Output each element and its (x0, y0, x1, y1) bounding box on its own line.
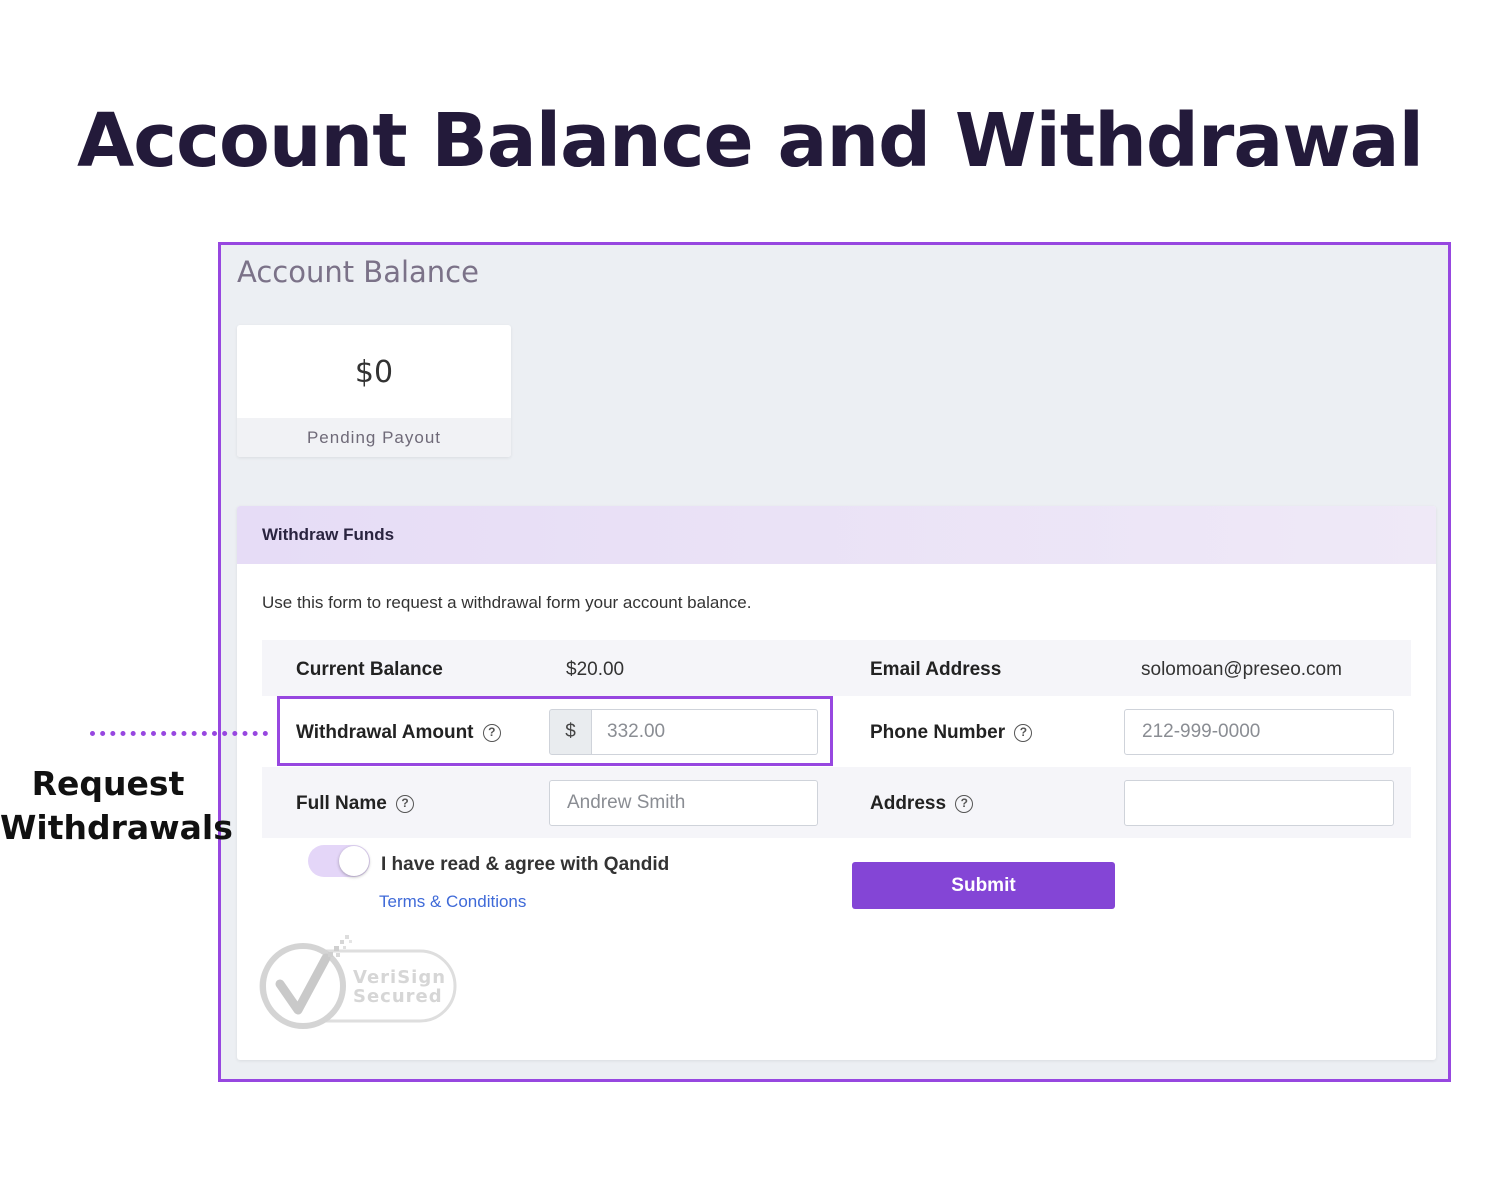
balance-label: Pending Payout (237, 418, 511, 457)
help-icon[interactable]: ? (955, 795, 974, 813)
account-balance-heading: Account Balance (237, 255, 479, 289)
verisign-line-1: VeriSign (353, 967, 447, 988)
callout-line-2: Withdrawals (0, 808, 233, 847)
page-title: Account Balance and Withdrawal (77, 98, 1424, 184)
withdraw-funds-title: Withdraw Funds (262, 525, 395, 544)
full-name-label: Full Name (296, 793, 387, 814)
callout-dotted-line (90, 731, 268, 736)
phone-input[interactable]: 212-999-0000 (1124, 709, 1394, 755)
agree-text: I have read & agree with Qandid (381, 854, 670, 875)
verisign-line-2: Secured (353, 986, 443, 1007)
submit-button[interactable]: Submit (852, 862, 1115, 909)
withdraw-description: Use this form to request a withdrawal fo… (262, 593, 752, 612)
agree-toggle[interactable] (308, 845, 370, 877)
balance-amount: $0 (354, 355, 394, 390)
phone-field-label: Phone Number ? (870, 722, 1033, 744)
full-name-field-label: Full Name ? (296, 793, 415, 815)
help-icon[interactable]: ? (1014, 724, 1033, 742)
withdrawal-highlight-box (277, 696, 833, 766)
email-value: solomoan@preseo.com (1141, 659, 1342, 680)
terms-link[interactable]: Terms & Conditions (379, 892, 526, 912)
balance-card: $0 Pending Payout (237, 325, 511, 457)
callout-line-1: Request (31, 764, 185, 803)
verisign-text: VeriSign Secured (353, 968, 446, 1006)
email-label: Email Address (870, 659, 1002, 680)
withdraw-funds-header (237, 506, 1436, 564)
callout-label: Request Withdrawals (0, 762, 233, 850)
help-icon[interactable]: ? (396, 795, 415, 813)
address-input[interactable] (1124, 780, 1394, 826)
verisign-badge: VeriSign Secured (258, 928, 458, 1038)
full-name-input[interactable]: Andrew Smith (549, 780, 818, 826)
address-label: Address (870, 793, 947, 814)
current-balance-label: Current Balance (296, 659, 443, 680)
current-balance-value: $20.00 (566, 659, 625, 680)
address-field-label: Address ? (870, 793, 974, 815)
toggle-knob (339, 846, 369, 876)
phone-label: Phone Number (870, 722, 1006, 743)
